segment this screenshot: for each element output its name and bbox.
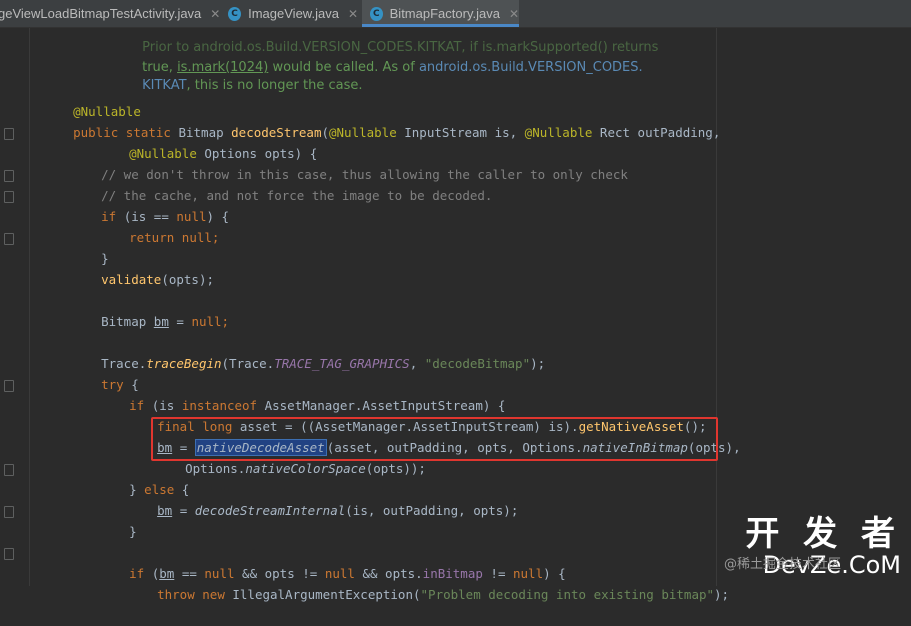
code-line: if (is instanceof AssetManager.AssetInpu… bbox=[129, 398, 506, 413]
code-line: @Nullable bbox=[73, 104, 141, 119]
code-line: public static Bitmap decodeStream(@Nulla… bbox=[73, 125, 721, 140]
fold-marker-icon[interactable] bbox=[4, 191, 14, 203]
code-line: KITKAT, this is no longer the case. bbox=[142, 78, 363, 93]
watermark-attribution: @稀土掘金技术社区 bbox=[723, 557, 841, 572]
fold-marker-icon[interactable] bbox=[4, 380, 14, 392]
fold-marker-icon[interactable] bbox=[4, 506, 14, 518]
fold-marker-icon[interactable] bbox=[4, 128, 14, 140]
fold-marker-icon[interactable] bbox=[4, 233, 14, 245]
code-line: return null; bbox=[129, 230, 220, 245]
code-line: try { bbox=[101, 377, 139, 392]
code-line: throw new IllegalArgumentException("Prob… bbox=[157, 587, 730, 602]
code-line: // we don't throw in this case, thus all… bbox=[101, 167, 628, 182]
code-line: @Nullable Options opts) { bbox=[129, 146, 318, 161]
code-line: if (bm == null && opts != null && opts.i… bbox=[129, 566, 566, 581]
code-editor[interactable]: Prior to android.os.Build.VERSION_CODES.… bbox=[0, 28, 911, 602]
code-line: Bitmap bm = null; bbox=[101, 314, 230, 329]
code-line: } else { bbox=[129, 482, 190, 497]
code-line: if (is == null) { bbox=[101, 209, 230, 224]
gutter-divider bbox=[29, 28, 30, 586]
code-line: bm = decodeStreamInternal(is, outPadding… bbox=[157, 503, 519, 518]
highlight-annotation-box bbox=[151, 417, 718, 461]
code-line: Trace.traceBegin(Trace.TRACE_TAG_GRAPHIC… bbox=[101, 356, 546, 371]
fold-marker-icon[interactable] bbox=[4, 464, 14, 476]
fold-marker-icon[interactable] bbox=[4, 548, 14, 560]
code-line: } bbox=[129, 524, 137, 539]
watermark-title: 开 发 者 bbox=[745, 514, 901, 554]
code-line: Prior to android.os.Build.VERSION_CODES.… bbox=[142, 40, 659, 55]
code-line: } bbox=[101, 251, 109, 266]
fold-marker-icon[interactable] bbox=[4, 170, 14, 182]
code-line: validate(opts); bbox=[101, 272, 215, 287]
code-line: final long asset = ((AssetManager.AssetI… bbox=[157, 419, 707, 434]
code-line: // the cache, and not force the image to… bbox=[101, 188, 493, 203]
